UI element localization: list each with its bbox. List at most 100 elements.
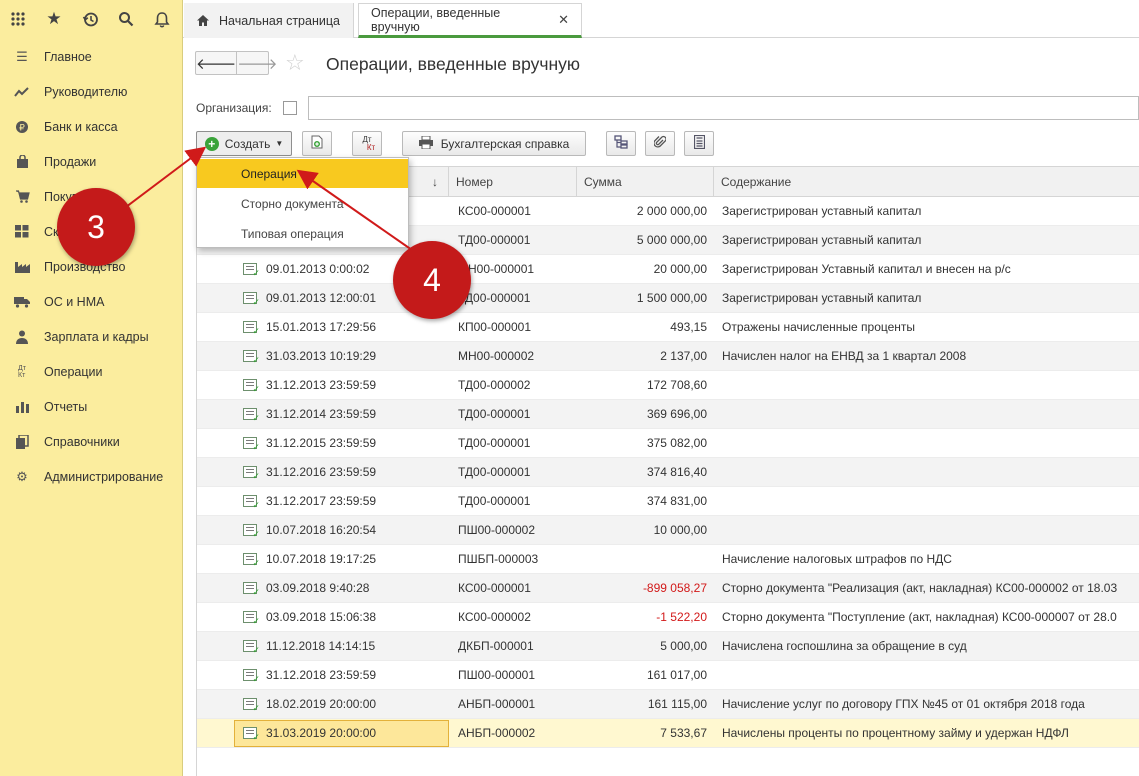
column-content-header[interactable]: Содержание: [714, 167, 1139, 197]
cell-number: МН00-000002: [458, 349, 535, 363]
document-posted-icon: [241, 545, 259, 573]
create-button[interactable]: + Создать ▼: [196, 131, 292, 156]
table-row[interactable]: 03.09.2018 15:06:38 КС00-000002 -1 522,20 С…: [197, 603, 1139, 632]
sidebar-item-admin[interactable]: ⚙ Администрирование: [0, 459, 183, 494]
sidebar-item-main[interactable]: ☰ Главное: [0, 39, 183, 74]
dt-kt-button[interactable]: Дт Кт: [352, 131, 382, 156]
annotation-badge-3: 3: [57, 188, 135, 266]
cell-number: ПШ00-000002: [458, 523, 536, 537]
cell-sum: 375 082,00: [646, 436, 707, 450]
close-icon[interactable]: ✕: [558, 12, 569, 28]
menu-item-storno[interactable]: Сторно документа: [197, 189, 408, 218]
paperclip-icon: [653, 135, 667, 152]
cell-number: ТД00-000001: [458, 494, 531, 508]
sidebar-item-reports[interactable]: Отчеты: [0, 389, 183, 424]
cell-number: ТД00-000001: [458, 233, 531, 247]
menu-item-operation[interactable]: Операция: [197, 159, 408, 188]
cell-content: [722, 487, 1139, 515]
table-row[interactable]: 09.01.2013 0:00:02МН00-00000120 000,00За…: [197, 255, 1139, 284]
favorite-star-icon[interactable]: ☆: [285, 50, 305, 76]
cell-content: Отражены начисленные проценты: [722, 320, 916, 334]
chart-icon: [0, 401, 44, 413]
cell-sum: 2 000 000,00: [636, 204, 707, 218]
tab-home[interactable]: Начальная страница: [184, 3, 354, 38]
table-row[interactable]: 31.12.2013 23:59:59 ТД00-000002 172 708,60: [197, 371, 1139, 400]
cell-content: Начислен налог на ЕНВД за 1 квартал 2008: [722, 349, 967, 363]
sidebar-item-manager[interactable]: Руководителю: [0, 74, 183, 109]
table-row[interactable]: 09.01.2013 12:00:01ТД00-0000011 500 000,…: [197, 284, 1139, 313]
cell-number: КС00-000001: [458, 204, 531, 218]
table-row[interactable]: 11.12.2018 14:14:15 ДКБП-000001 5 000,00 На…: [197, 632, 1139, 661]
operations-table: ↓ Номер Сумма Содержание КС00-000001 2 00…: [196, 166, 1139, 776]
table-row[interactable]: 15.01.2013 17:29:56 КП00-000001 493,15 Отра…: [197, 313, 1139, 342]
star-icon[interactable]: ★: [36, 0, 72, 38]
cell-content: Начислены проценты по процентному займу …: [722, 726, 1069, 740]
top-bar: ★ Начальная страница Операции, введенные…: [0, 0, 1139, 38]
accounting-note-button[interactable]: Бухгалтерская справка: [402, 131, 586, 156]
column-sum-header[interactable]: Сумма: [577, 167, 714, 197]
sidebar-item-bank[interactable]: ₽ Банк и касса: [0, 109, 183, 144]
bell-icon[interactable]: [144, 0, 180, 38]
sidebar-item-label: Продажи: [44, 154, 97, 169]
sidebar-item-salary[interactable]: Зарплата и кадры: [0, 319, 183, 354]
cell-number: ТД00-000001: [458, 291, 531, 305]
organization-input[interactable]: [308, 96, 1139, 120]
column-number-header[interactable]: Номер: [449, 167, 577, 197]
nav-buttons: 🡐 🡒: [195, 51, 277, 75]
table-row[interactable]: 31.12.2016 23:59:59 ТД00-000001 374 816,40: [197, 458, 1139, 487]
sidebar-item-catalogs[interactable]: Справочники: [0, 424, 183, 459]
cell-content: Начисление услуг по договору ГПХ №45 от …: [722, 697, 1085, 711]
back-button[interactable]: 🡐: [196, 52, 236, 74]
tab-operations[interactable]: Операции, введенные вручную ✕: [358, 3, 582, 38]
table-row[interactable]: 31.12.2017 23:59:59 ТД00-000001 374 831,00: [197, 487, 1139, 516]
table-row[interactable]: 31.12.2014 23:59:59 ТД00-000001 369 696,00: [197, 400, 1139, 429]
copy-button[interactable]: [302, 131, 332, 156]
cell-number: ПШБП-000003: [458, 552, 539, 566]
document-posted-icon: [241, 690, 259, 718]
books-icon: [0, 434, 44, 449]
table-row[interactable]: 31.03.2013 10:19:29 МН00-000002 2 137,00 На…: [197, 342, 1139, 371]
table-row[interactable]: 10.07.2018 19:17:25 ПШБП-000003 Начисление…: [197, 545, 1139, 574]
copy-icon: [311, 135, 323, 152]
cell-date: 18.02.2019 20:00:00: [266, 697, 377, 711]
search-icon[interactable]: [108, 0, 144, 38]
cell-date: 03.09.2018 9:40:28: [266, 581, 370, 595]
table-row[interactable]: 10.07.2018 16:20:54 ПШ00-000002 10 000,00: [197, 516, 1139, 545]
create-dropdown-menu: Операция Сторно документа Типовая операц…: [196, 157, 409, 248]
header-label: Номер: [456, 175, 493, 189]
sidebar-item-sales[interactable]: Продажи: [0, 144, 183, 179]
accounting-note-label: Бухгалтерская справка: [440, 136, 570, 151]
sidebar-item-operations[interactable]: Дт Кт Операции: [0, 354, 183, 389]
organization-checkbox[interactable]: [283, 101, 297, 115]
attach-button[interactable]: [645, 131, 675, 156]
history-icon[interactable]: [72, 0, 108, 38]
calculator-button[interactable]: [684, 131, 714, 156]
table-row[interactable]: 18.02.2019 20:00:00 АНБП-000001 161 115,00…: [197, 690, 1139, 719]
cell-date: 31.12.2013 23:59:59: [266, 378, 377, 392]
menu-item-typical-operation[interactable]: Типовая операция: [197, 219, 408, 248]
grid-icon[interactable]: [0, 0, 36, 38]
bag-icon: [0, 154, 44, 169]
structure-button[interactable]: [606, 131, 636, 156]
table-row[interactable]: 03.09.2018 9:40:28 КС00-000001 -899 058,27…: [197, 574, 1139, 603]
table-row[interactable]: 31.03.2019 20:00:00 АНБП-000002 7 533,67 На…: [197, 719, 1139, 748]
cell-sum: 374 816,40: [646, 465, 707, 479]
dropdown-caret-icon: ▼: [275, 139, 284, 148]
factory-icon: [0, 260, 44, 273]
cell-sum: 369 696,00: [646, 407, 707, 421]
forward-button[interactable]: 🡒: [236, 52, 277, 74]
cell-sum: 161 017,00: [646, 668, 707, 682]
cell-sum: 172 708,60: [646, 378, 707, 392]
table-row[interactable]: 31.12.2015 23:59:59 ТД00-000001 375 082,00: [197, 429, 1139, 458]
cell-date: 10.07.2018 16:20:54: [266, 523, 377, 537]
cell-date: 31.12.2016 23:59:59: [266, 465, 377, 479]
cell-content: Зарегистрирован Уставный капитал и внесе…: [722, 262, 1011, 276]
cell-sum: 2 137,00: [660, 349, 707, 363]
table-row[interactable]: 31.12.2018 23:59:59 ПШ00-000001 161 017,00: [197, 661, 1139, 690]
page-title: Операции, введенные вручную: [326, 54, 581, 74]
document-posted-icon: [241, 458, 259, 486]
cell-content: Зарегистрирован уставный капитал: [722, 233, 922, 247]
home-icon: [196, 14, 210, 27]
sidebar-item-assets[interactable]: ОС и НМА: [0, 284, 183, 319]
coin-icon: ₽: [0, 120, 44, 134]
